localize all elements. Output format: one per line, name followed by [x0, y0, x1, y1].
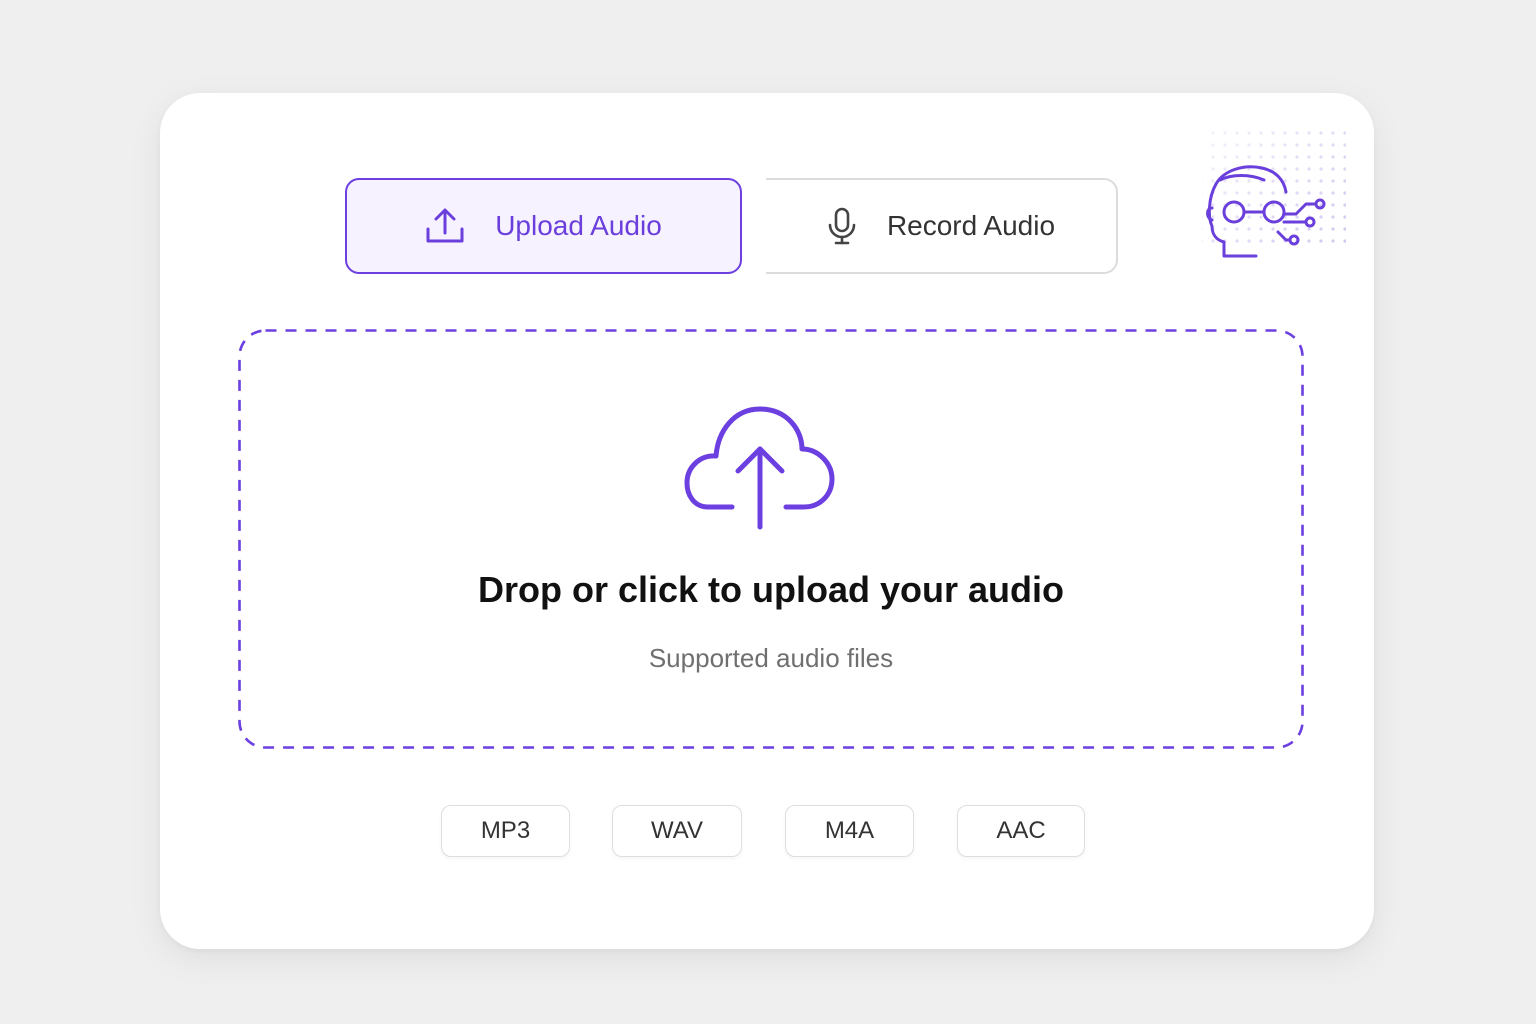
tab-upload-audio[interactable]: Upload Audio — [345, 178, 742, 274]
audio-dropzone[interactable]: Drop or click to upload your audio Suppo… — [238, 329, 1304, 749]
dropzone-title: Drop or click to upload your audio — [477, 569, 1065, 610]
format-chip-label: AAC — [996, 817, 1046, 844]
tab-record-audio[interactable]: Record Audio — [766, 178, 1118, 274]
dropzone-subtitle: Supported audio files — [648, 643, 894, 673]
tab-record-audio-label: Record Audio — [886, 210, 1056, 241]
format-chip-aac: AAC — [957, 805, 1085, 857]
upload-icon — [425, 207, 465, 245]
ai-robot-head-icon — [1186, 118, 1346, 278]
format-chip-label: M4A — [824, 817, 875, 844]
format-chip-mp3: MP3 — [441, 805, 570, 857]
tab-upload-audio-label: Upload Audio — [495, 210, 662, 241]
format-chip-label: MP3 — [480, 817, 531, 844]
format-chip-wav: WAV — [612, 805, 742, 857]
microphone-icon — [827, 207, 857, 245]
cloud-upload-icon — [678, 399, 843, 539]
format-chip-label: WAV — [651, 817, 703, 844]
format-chip-m4a: M4A — [785, 805, 914, 857]
